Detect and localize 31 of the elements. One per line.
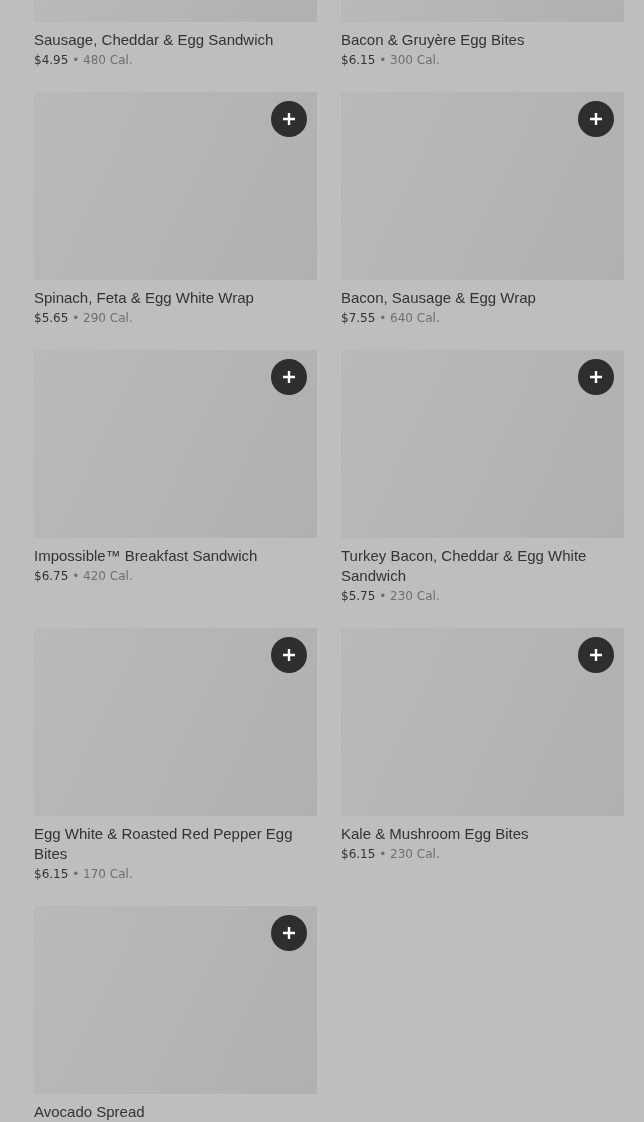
item-price-calories: $5.65 • 290 Cal. bbox=[34, 310, 134, 327]
item-price-calories: $6.15 • 230 Cal. bbox=[341, 846, 441, 863]
item-price-calories: $6.15 • 170 Cal. bbox=[34, 866, 134, 883]
item-name: Kale & Mushroom Egg Bites bbox=[341, 824, 530, 844]
item-name: Spinach, Feta & Egg White Wrap bbox=[34, 288, 255, 308]
item-name: Avocado Spread bbox=[34, 1102, 146, 1122]
item-name: Bacon & Gruyère Egg Bites bbox=[341, 30, 526, 50]
item-name: Egg White & Roasted Red Pepper Egg Bites bbox=[34, 824, 294, 864]
add-button[interactable] bbox=[271, 359, 307, 395]
plus-icon bbox=[589, 112, 603, 126]
item-name: Impossible™ Breakfast Sandwich bbox=[34, 546, 259, 566]
item-price-calories: $6.15 • 300 Cal. bbox=[341, 52, 441, 69]
plus-icon bbox=[282, 370, 296, 384]
item-price-calories: $7.55 • 640 Cal. bbox=[341, 310, 441, 327]
add-button[interactable] bbox=[578, 637, 614, 673]
plus-icon bbox=[282, 648, 296, 662]
add-button[interactable] bbox=[578, 359, 614, 395]
item-price-calories: $6.75 • 420 Cal. bbox=[34, 568, 134, 585]
plus-icon bbox=[282, 112, 296, 126]
add-button[interactable] bbox=[578, 101, 614, 137]
item-name: Bacon, Sausage & Egg Wrap bbox=[341, 288, 537, 308]
plus-icon bbox=[589, 648, 603, 662]
item-price-calories: $4.95 • 480 Cal. bbox=[34, 52, 134, 69]
item-price-calories: $5.75 • 230 Cal. bbox=[341, 588, 441, 605]
plus-icon bbox=[589, 370, 603, 384]
plus-icon bbox=[282, 926, 296, 940]
add-button[interactable] bbox=[271, 101, 307, 137]
add-button[interactable] bbox=[271, 915, 307, 951]
item-name: Turkey Bacon, Cheddar & Egg White Sandwich bbox=[341, 546, 588, 586]
add-button[interactable] bbox=[271, 637, 307, 673]
item-name: Sausage, Cheddar & Egg Sandwich bbox=[34, 30, 275, 50]
